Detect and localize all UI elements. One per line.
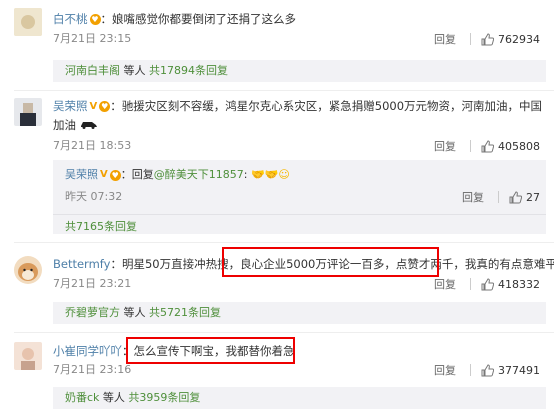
view-replies-link[interactable]: 共17894条回复 [149,64,228,77]
highlight-box [126,337,295,364]
reply-button[interactable]: 回复 [434,138,456,154]
view-replies-link[interactable]: 共5721条回复 [149,306,221,319]
comment-text: ：驰援灾区刻不容缓，鸿星尔克心系灾区，紧急捐赠5000万元物资，河南加油，中国 [110,99,543,113]
nested-time: 昨天 07:32 [65,190,123,203]
comment-username[interactable]: 白不桃 [53,12,88,26]
reply-button[interactable]: 回复 [434,31,456,47]
vip-icon: ♥ [89,14,101,25]
mention-link[interactable]: @醉美天下11857 [154,168,244,181]
highlight-box [222,247,439,277]
nested-reply-button[interactable]: 回复 [462,189,484,205]
like-count: 377491 [498,363,540,377]
divider [470,140,471,152]
nested-tail: : [243,168,248,181]
thumbs-up-icon[interactable] [481,32,494,46]
divider [470,278,471,290]
comment-time: 7月21日 18:53 [53,139,132,152]
thumbs-up-icon[interactable] [481,277,494,291]
thumbs-up-icon[interactable] [481,139,494,153]
reply-summary[interactable]: 河南白丰阁 等人 共17894条回复 [53,60,546,82]
comment-username[interactable]: 小崔同学吖吖 [53,344,122,358]
like-count: 405808 [498,139,540,153]
smile-emoji-icon: ☺ [278,168,290,181]
emoji-icons: 🤝🤝 [250,168,279,181]
like-count: 762934 [498,32,540,46]
comment-text: ：明星50万直接冲热搜， [110,257,241,271]
divider [470,364,471,376]
avatar[interactable] [14,256,42,284]
divider [14,332,554,333]
avatar[interactable] [14,342,42,370]
reply-username[interactable]: 乔碧萝官方 [65,306,120,319]
reply-summary-text: 等人 [123,64,146,77]
avatar[interactable] [14,8,42,36]
comment-username[interactable]: Bettermfy [53,257,110,271]
verified-icon: V [89,100,98,112]
reply-summary[interactable]: 奶番ck 等人 共3959条回复 [53,387,546,409]
avatar[interactable] [14,98,42,126]
comment-text-end: 我真的有点意难平 [464,257,554,271]
vip-icon: ♥ [109,169,121,181]
car-emoji-icon [80,122,97,129]
nested-username[interactable]: 吴荣照 [65,168,98,181]
view-replies-link[interactable]: 共7165条回复 [65,220,137,233]
view-replies-link[interactable]: 共3959条回复 [128,391,200,404]
thumbs-up-icon[interactable] [509,190,522,204]
comment-time: 7月21日 23:21 [53,277,132,290]
reply-button[interactable]: 回复 [434,362,456,378]
comment-time: 7月21日 23:16 [53,363,132,376]
like-count: 418332 [498,277,540,291]
divider [14,242,554,243]
comment-username[interactable]: 吴荣照 [53,99,88,113]
comment-text-continued: 加油 [53,118,76,132]
comment-text: ：娘嘴感觉你都要倒闭了还捐了这么多 [100,12,297,26]
comment-time: 7月21日 23:15 [53,32,132,45]
reply-summary[interactable]: 乔碧萝官方 等人 共5721条回复 [53,302,546,324]
nested-reply: 吴荣照 V ♥ ：回复@醉美天下11857: 🤝🤝☺ 昨天 07:32 回复 27 共… [53,160,546,234]
divider [14,90,554,91]
verified-icon: V [100,169,108,180]
reply-summary-text: 等人 [102,391,125,404]
vip-icon: ♥ [99,101,111,112]
reply-button[interactable]: 回复 [434,276,456,292]
reply-summary-text: 等人 [123,306,146,319]
thumbs-up-icon[interactable] [481,363,494,377]
divider [498,191,499,203]
reply-username[interactable]: 奶番ck [65,391,99,404]
reply-username[interactable]: 河南白丰阁 [65,64,120,77]
divider [470,33,471,45]
nested-like-count: 27 [526,190,540,204]
nested-text: ：回复 [120,168,154,181]
